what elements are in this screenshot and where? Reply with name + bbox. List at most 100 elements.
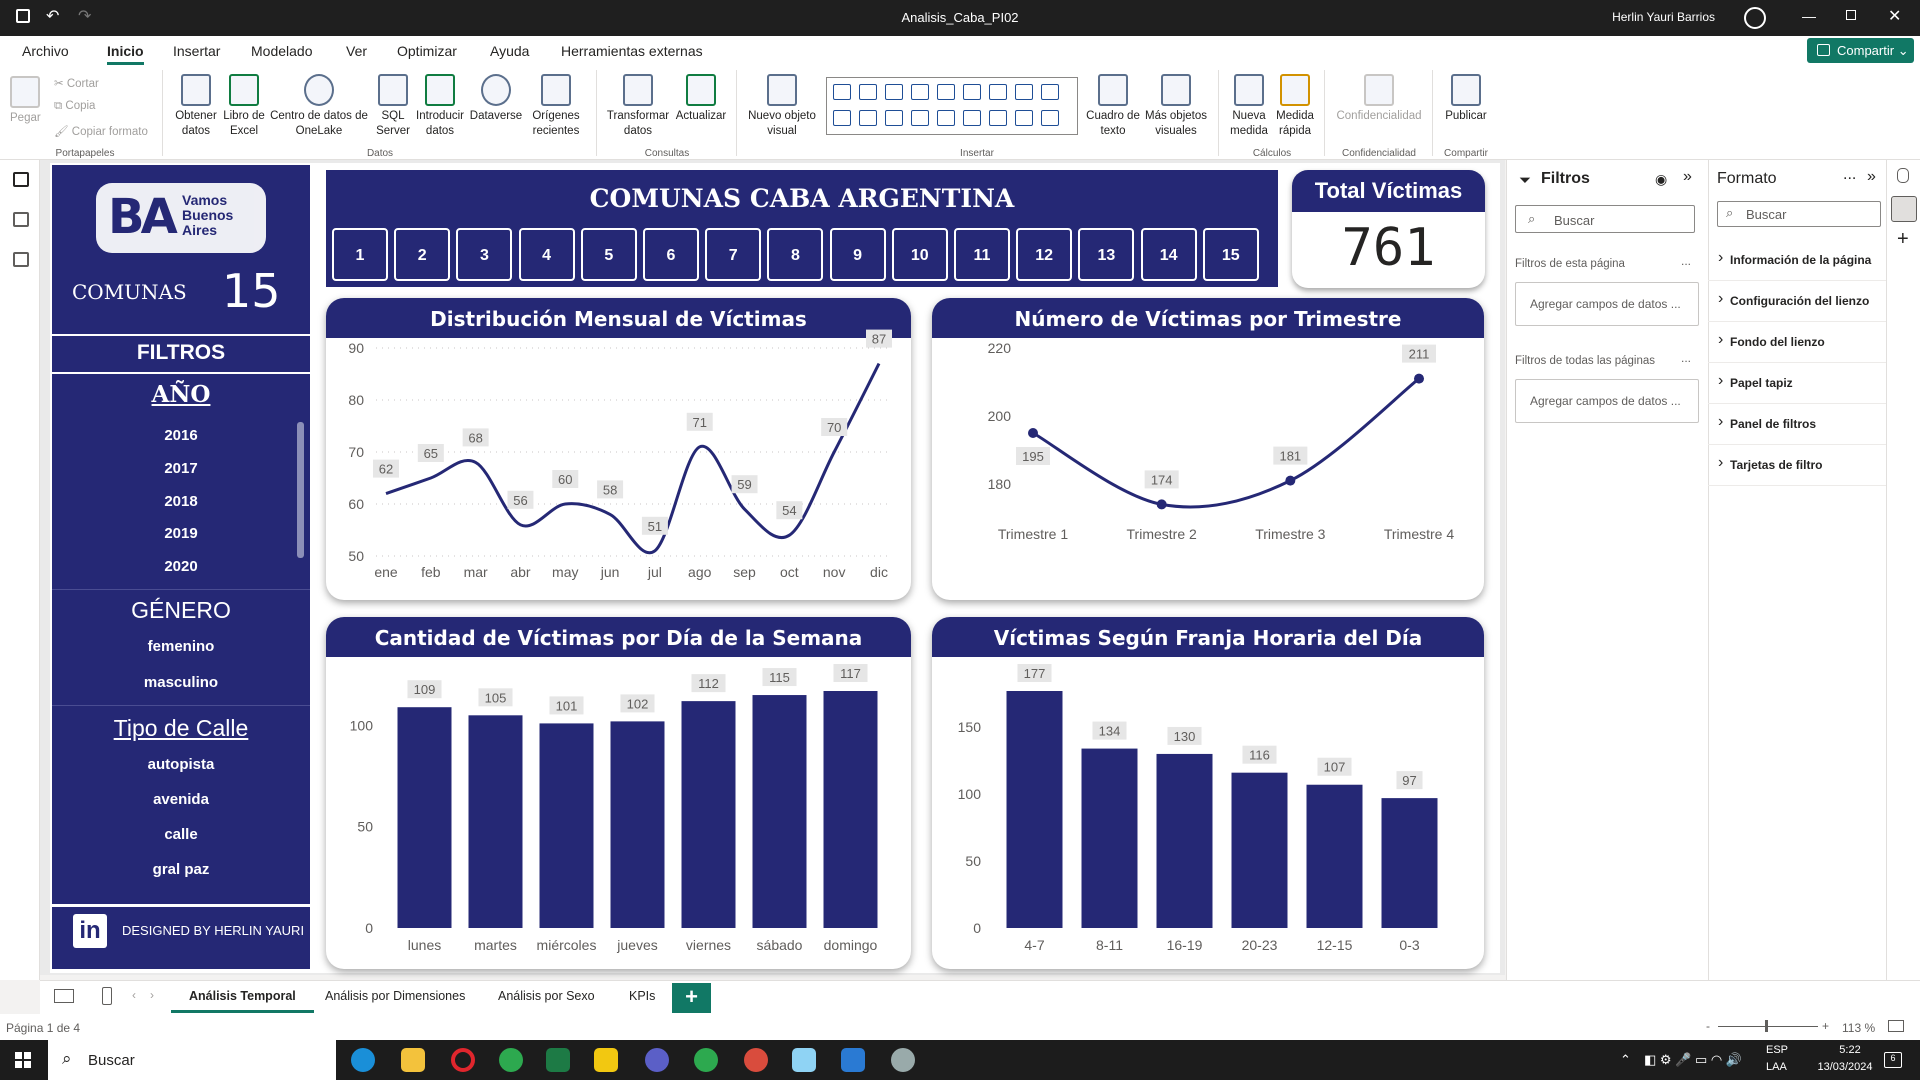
avatar[interactable] <box>1744 7 1766 29</box>
filters-search-input[interactable]: ⌕ Buscar <box>1515 205 1695 233</box>
page-filters-drop-zone[interactable]: Agregar campos de datos ... <box>1515 282 1699 326</box>
comuna-button-4[interactable]: 4 <box>518 228 575 281</box>
tab-herramientas-externas[interactable]: Herramientas externas <box>561 43 703 59</box>
visual-type-icon[interactable] <box>911 110 929 126</box>
table-view-icon[interactable] <box>13 212 29 227</box>
vscode-icon[interactable] <box>841 1048 865 1072</box>
fit-to-page-icon[interactable] <box>1888 1020 1904 1032</box>
excel-taskbar-icon[interactable] <box>546 1048 570 1072</box>
comuna-button-11[interactable]: 11 <box>954 228 1010 281</box>
tab-modelado[interactable]: Modelado <box>251 43 313 59</box>
street-option[interactable]: avenida <box>52 791 310 808</box>
page-tab-kpis[interactable]: KPIs <box>629 989 655 1003</box>
comuna-button-15[interactable]: 15 <box>1202 228 1259 281</box>
comuna-button-8[interactable]: 8 <box>767 228 824 281</box>
comuna-button-10[interactable]: 10 <box>891 228 948 281</box>
visual-type-icon[interactable] <box>833 84 851 100</box>
opera-icon[interactable] <box>451 1048 475 1072</box>
timeband-chart-panel[interactable]: Víctimas Según Franja Horaria del Día 05… <box>932 617 1484 969</box>
mobile-layout-icon[interactable] <box>102 987 112 1005</box>
data-pane-icon[interactable] <box>1897 168 1909 183</box>
page-tab-analisis-sexo[interactable]: Análisis por Sexo <box>498 989 595 1003</box>
next-page-icon[interactable]: › <box>150 988 154 1002</box>
chrome-profile-icon[interactable] <box>694 1048 718 1072</box>
format-section-wallpaper[interactable]: Papel tapiz <box>1708 363 1886 404</box>
file-explorer-icon[interactable] <box>401 1048 425 1072</box>
year-option[interactable]: 2018 <box>52 493 310 510</box>
visual-gallery[interactable] <box>826 77 1078 135</box>
discord-icon[interactable] <box>645 1048 669 1072</box>
keyboard-layout[interactable]: LAA <box>1766 1061 1787 1073</box>
street-option[interactable]: gral paz <box>52 861 310 878</box>
year-slicer-scrollbar[interactable] <box>297 422 304 558</box>
tray-icons[interactable]: ◧ ⚙ 🎤 ▭ ◠ 🔊 <box>1644 1052 1742 1068</box>
language-indicator[interactable]: ESP <box>1766 1044 1788 1056</box>
visual-type-icon[interactable] <box>859 84 877 100</box>
restore-icon[interactable] <box>1846 10 1856 20</box>
visual-type-icon[interactable] <box>937 84 955 100</box>
visual-type-icon[interactable] <box>911 84 929 100</box>
zoom-in-button[interactable]: + <box>1822 1019 1829 1033</box>
comuna-button-2[interactable]: 2 <box>394 228 451 281</box>
gender-option[interactable]: masculino <box>52 674 310 691</box>
windows-start-icon[interactable] <box>15 1052 31 1068</box>
model-view-icon[interactable] <box>13 252 29 267</box>
get-data-button[interactable]: Obtener datos <box>170 74 222 139</box>
visual-type-icon[interactable] <box>1041 84 1059 100</box>
report-view-icon[interactable] <box>13 172 29 187</box>
zoom-slider-thumb[interactable] <box>1765 1020 1768 1032</box>
collapse-icon[interactable]: » <box>1867 168 1876 186</box>
tab-optimizar[interactable]: Optimizar <box>397 43 457 59</box>
comuna-button-14[interactable]: 14 <box>1140 228 1197 281</box>
tab-ayuda[interactable]: Ayuda <box>490 43 529 59</box>
visual-type-icon[interactable] <box>1041 110 1059 126</box>
comuna-button-9[interactable]: 9 <box>829 228 886 281</box>
excel-button[interactable]: Libro de Excel <box>218 74 270 139</box>
visual-type-icon[interactable] <box>833 110 851 126</box>
sql-server-button[interactable]: SQL Server <box>372 74 414 139</box>
year-option[interactable]: 2019 <box>52 525 310 542</box>
year-option[interactable]: 2020 <box>52 558 310 575</box>
desktop-layout-icon[interactable] <box>54 989 74 1003</box>
format-painter-button[interactable]: 🖌 Copiar formato <box>54 124 148 138</box>
more-options-icon[interactable]: ... <box>1681 351 1691 365</box>
street-option[interactable]: autopista <box>52 756 310 773</box>
prev-page-icon[interactable]: ‹ <box>132 988 136 1002</box>
cut-button[interactable]: ✂ Cortar <box>54 76 99 90</box>
tab-insertar[interactable]: Insertar <box>173 43 220 59</box>
format-section-canvas-settings[interactable]: Configuración del lienzo <box>1708 281 1886 322</box>
eye-icon[interactable]: ◉ <box>1655 171 1667 188</box>
onelake-button[interactable]: Centro de datos de OneLake <box>266 74 372 139</box>
more-options-icon[interactable]: ... <box>1681 254 1691 268</box>
minimize-icon[interactable]: — <box>1802 8 1816 24</box>
format-pane-icon[interactable] <box>1891 196 1917 222</box>
recent-sources-button[interactable]: Orígenes recientes <box>526 74 586 139</box>
format-section-filter-pane[interactable]: Panel de filtros <box>1708 404 1886 445</box>
page-tab-analisis-dimensiones[interactable]: Análisis por Dimensiones <box>325 989 465 1003</box>
comuna-button-12[interactable]: 12 <box>1016 228 1073 281</box>
visual-type-icon[interactable] <box>1015 110 1033 126</box>
transform-data-button[interactable]: Transformar datos <box>604 74 672 139</box>
share-button[interactable]: Compartir ⌄ <box>1807 38 1914 63</box>
tray-chevron-icon[interactable]: ⌃ <box>1620 1052 1631 1068</box>
sensitivity-button[interactable]: Confidencialidad <box>1332 74 1426 124</box>
comuna-button-6[interactable]: 6 <box>643 228 699 281</box>
visual-type-icon[interactable] <box>885 84 903 100</box>
street-option[interactable]: calle <box>52 826 310 843</box>
visual-type-icon[interactable] <box>937 110 955 126</box>
visual-type-icon[interactable] <box>963 84 981 100</box>
app-icon[interactable] <box>891 1048 915 1072</box>
comuna-button-5[interactable]: 5 <box>580 228 637 281</box>
chrome-profile-icon[interactable] <box>744 1048 768 1072</box>
weekday-chart-panel[interactable]: Cantidad de Víctimas por Día de la Seman… <box>326 617 911 969</box>
refresh-button[interactable]: Actualizar <box>672 74 730 124</box>
zoom-slider[interactable] <box>1718 1026 1818 1027</box>
tab-ver[interactable]: Ver <box>346 43 367 59</box>
year-option[interactable]: 2017 <box>52 460 310 477</box>
comuna-button-7[interactable]: 7 <box>705 228 762 281</box>
more-options-icon[interactable]: ... <box>1843 166 1856 184</box>
comuna-button-3[interactable]: 3 <box>456 228 513 281</box>
power-bi-icon[interactable] <box>594 1048 618 1072</box>
chrome-icon[interactable] <box>499 1048 523 1072</box>
visual-type-icon[interactable] <box>989 110 1007 126</box>
